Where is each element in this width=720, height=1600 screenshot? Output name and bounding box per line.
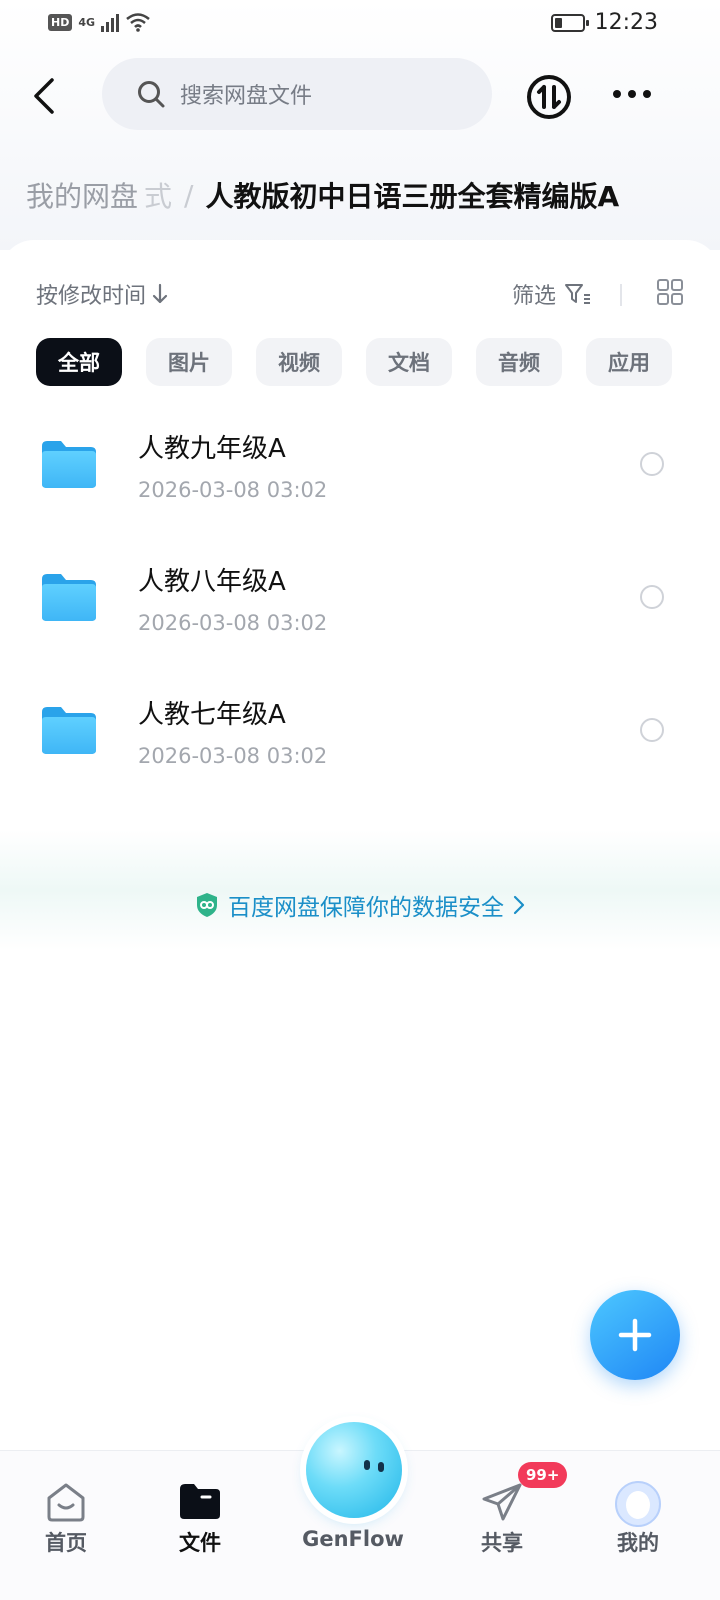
nav-files[interactable]: 文件 (140, 1451, 260, 1600)
arrow-down-icon (152, 283, 168, 304)
more-dots-icon (613, 90, 651, 98)
home-icon (47, 1483, 85, 1522)
hd-indicator: HD (48, 13, 73, 31)
sort-button[interactable]: 按修改时间 (36, 278, 168, 310)
folder-filled-icon (180, 1484, 220, 1519)
toolbar-divider (620, 284, 622, 306)
file-date: 2026-03-08 03:02 (138, 744, 328, 768)
filter-button[interactable]: 筛选 (512, 278, 592, 310)
select-checkbox[interactable] (640, 585, 664, 609)
genflow-orb-icon[interactable] (306, 1422, 402, 1518)
breadcrumb-root[interactable]: 我的网盘 (26, 175, 138, 215)
chip-images[interactable]: 图片 (146, 338, 232, 386)
back-button[interactable] (26, 72, 66, 120)
file-list: 人教九年级A 2026-03-08 03:02 人教八年级A 2026-03-0… (0, 400, 720, 799)
signal-icon (101, 12, 120, 32)
security-notice-text: 百度网盘保障你的数据安全 (228, 895, 504, 921)
filter-icon (565, 284, 591, 304)
file-name: 人教七年级A (138, 700, 286, 730)
chip-audio[interactable]: 音频 (476, 338, 562, 386)
select-checkbox[interactable] (640, 718, 664, 742)
nav-share-label: 共享 (481, 1531, 523, 1555)
list-item[interactable]: 人教八年级A 2026-03-08 03:02 (0, 533, 720, 666)
breadcrumb-faded-segment[interactable]: 式 (144, 175, 172, 215)
shield-icon (197, 893, 217, 917)
breadcrumb: 我的网盘 式 / 人教版初中日语三册全套精编版A (26, 170, 619, 220)
nav-files-label: 文件 (179, 1531, 221, 1555)
search-input[interactable]: 搜索网盘文件 (102, 58, 492, 130)
paper-plane-icon (482, 1483, 522, 1521)
sort-label: 按修改时间 (36, 284, 147, 309)
chip-videos[interactable]: 视频 (256, 338, 342, 386)
security-notice-link[interactable]: 百度网盘保障你的数据安全 (0, 888, 720, 922)
chevron-right-icon (513, 895, 525, 915)
folder-icon (42, 441, 96, 488)
back-arrow-icon (34, 78, 54, 114)
chip-apps[interactable]: 应用 (586, 338, 672, 386)
nav-mine-label: 我的 (617, 1531, 659, 1555)
add-button[interactable] (590, 1290, 680, 1380)
list-item[interactable]: 人教七年级A 2026-03-08 03:02 (0, 666, 720, 799)
file-name: 人教九年级A (138, 434, 286, 464)
more-button[interactable] (610, 78, 654, 110)
category-chips: 全部 图片 视频 文档 音频 应用 (36, 338, 672, 386)
transfer-button[interactable] (526, 74, 572, 120)
grid-view-button[interactable] (656, 278, 684, 306)
wifi-icon (126, 13, 150, 32)
file-name: 人教八年级A (138, 567, 286, 597)
file-browser-panel: 按修改时间 筛选 全部 图片 视频 文档 音频 应用 人教九年级A 2026-0… (0, 240, 720, 1450)
search-placeholder: 搜索网盘文件 (180, 84, 313, 109)
nav-mine[interactable]: 我的 (578, 1451, 698, 1600)
status-bar: HD 4G 12:23 (0, 0, 720, 50)
nav-home-label: 首页 (45, 1531, 87, 1555)
breadcrumb-current: 人教版初中日语三册全套精编版A (205, 180, 620, 213)
breadcrumb-separator: / (184, 178, 194, 212)
grid-view-icon (657, 279, 683, 305)
clock: 12:23 (594, 10, 658, 35)
transfer-icon (527, 75, 571, 119)
avatar-icon (615, 1481, 661, 1527)
file-date: 2026-03-08 03:02 (138, 611, 328, 635)
network-type: 4G (78, 15, 96, 29)
select-checkbox[interactable] (640, 452, 664, 476)
chip-documents[interactable]: 文档 (366, 338, 452, 386)
search-icon (138, 81, 165, 108)
nav-genflow-label: GenFlow (302, 1527, 404, 1551)
share-badge: 99+ (518, 1462, 568, 1488)
nav-home[interactable]: 首页 (6, 1451, 126, 1600)
filter-label: 筛选 (512, 284, 557, 309)
folder-icon (42, 707, 96, 754)
battery-icon (550, 13, 589, 32)
list-item[interactable]: 人教九年级A 2026-03-08 03:02 (0, 400, 720, 533)
plus-icon (618, 1318, 652, 1352)
file-date: 2026-03-08 03:02 (138, 478, 328, 502)
folder-icon (42, 574, 96, 621)
chip-all[interactable]: 全部 (36, 338, 122, 386)
